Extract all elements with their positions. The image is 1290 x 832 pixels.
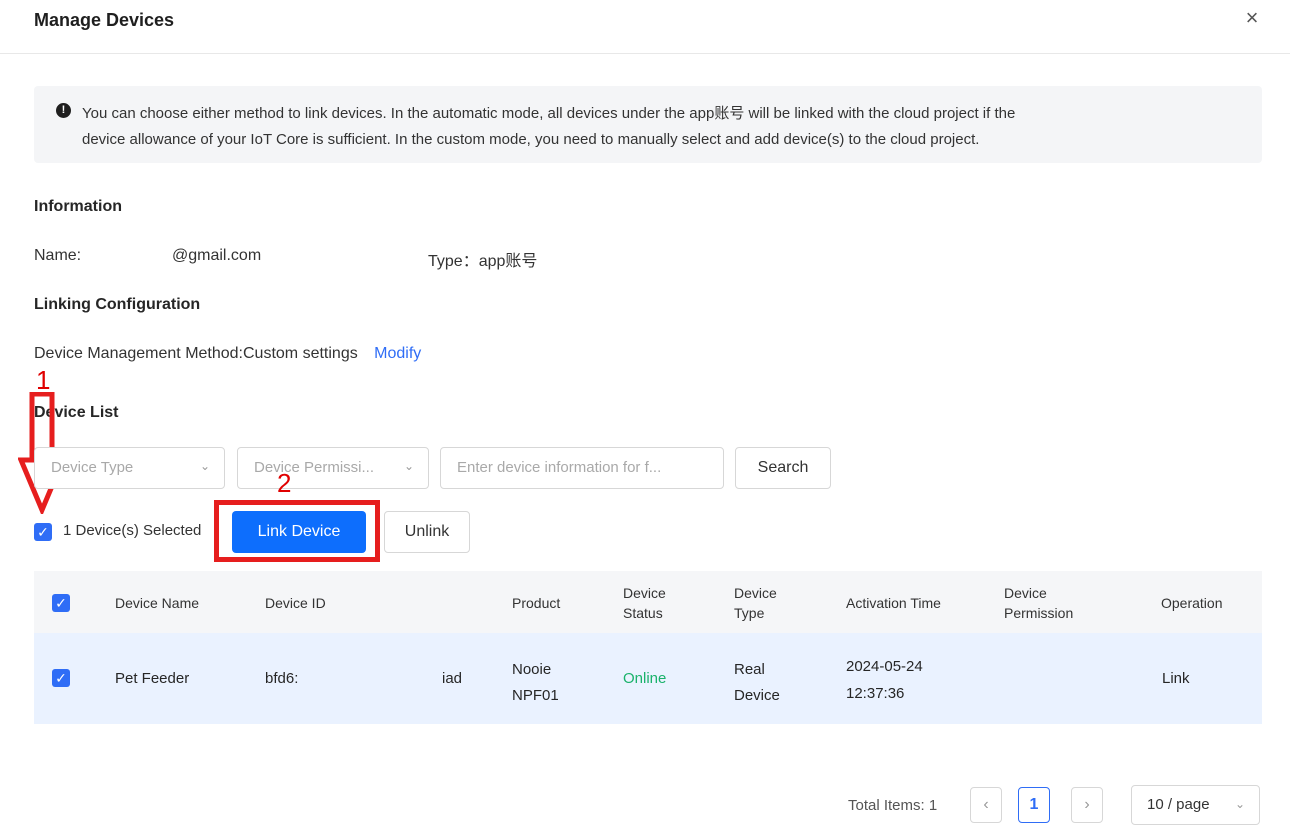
information-heading: Information [34,198,122,215]
device-permission-select[interactable]: Device Permissi... ⌄ [237,447,429,489]
column-device-id: Device ID [265,595,326,611]
link-device-button[interactable]: Link Device [232,511,366,553]
close-icon[interactable]: × [1242,7,1262,29]
modify-link[interactable]: Modify [374,345,421,362]
column-device-status-line-1: Device [623,585,666,601]
device-type-line-2: Device [734,687,780,704]
device-search-input[interactable]: Enter device information for f... [440,447,724,489]
device-table-header: ✓ Device Name Device ID Product Device S… [34,571,1262,633]
step-2-annotation: 2 [277,468,292,498]
page-1-button[interactable]: 1 [1018,787,1050,823]
dialog-title: Manage Devices [34,10,175,30]
device-permission-placeholder: Device Permissi... [254,459,375,476]
device-id-end: iad [442,670,463,687]
activation-time-cell: 2024-05-24 12:37:36 [846,653,923,707]
name-label: Name: [34,247,82,264]
row-checkbox[interactable]: ✓ [52,669,70,687]
total-items: Total Items: 1 [848,797,938,814]
step-1-annotation: 1 [36,365,51,395]
product-cell: Nooie NPF01 [512,657,559,709]
column-device-type-line-2: Type [734,605,765,621]
selected-count: 1 Device(s) Selected [63,522,202,539]
notice-text: You can choose either method to link dev… [82,101,1242,153]
info-icon: ! [56,103,71,118]
device-type-line-1: Real [734,661,765,678]
product-line-1: Nooie [512,661,552,678]
device-name-cell: Pet Feeder [115,670,190,687]
linking-configuration-heading: Linking Configuration [34,296,201,313]
device-list-heading: Device List [34,404,119,421]
activation-date: 2024-05-24 [846,658,923,675]
header-checkbox[interactable]: ✓ [52,594,70,612]
type-value: Type：app账号 [428,253,538,270]
device-type-select[interactable]: Device Type ⌄ [34,447,225,489]
column-device-status: Device Status [623,583,666,623]
column-device-permission: Device Permission [1004,583,1073,623]
device-type-cell: Real Device [734,657,780,709]
chevron-left-icon[interactable]: ‹ [970,787,1002,823]
table-row: ✓ Pet Feeder bfd6: iad Nooie NPF01 Onlin… [34,633,1262,724]
device-status-cell: Online [623,670,667,687]
column-device-type: Device Type [734,583,777,623]
chevron-down-icon: ⌄ [404,459,415,473]
page-size-value: 10 / page [1147,796,1210,813]
dialog-header: Manage Devices × [0,0,1290,54]
device-management-method: Device Management Method:Custom settings… [34,345,421,363]
chevron-down-icon: ⌄ [200,459,211,473]
column-device-status-line-2: Status [623,605,663,621]
notice-line-2: device allowance of your IoT Core is suf… [82,131,980,148]
column-operation: Operation [1161,595,1223,611]
column-device-permission-line-1: Device [1004,585,1047,601]
product-line-2: NPF01 [512,687,559,704]
name-value: @gmail.com [172,247,262,264]
device-id-start: bfd6: [265,670,299,687]
device-management-method-text: Device Management Method:Custom settings [34,345,358,362]
select-all-checkbox[interactable]: ✓ [34,523,52,541]
column-device-permission-line-2: Permission [1004,605,1074,621]
chevron-down-icon: ⌄ [1235,797,1246,811]
column-device-name: Device Name [115,595,200,611]
row-link-action[interactable]: Link [1162,669,1190,689]
manage-devices-dialog: Manage Devices × ! You can choose either… [0,0,1290,832]
chevron-right-icon[interactable]: › [1071,787,1103,823]
device-type-placeholder: Device Type [51,459,134,476]
search-button[interactable]: Search [735,447,831,489]
column-product: Product [512,595,561,611]
unlink-button[interactable]: Unlink [384,511,470,553]
column-device-type-line-1: Device [734,585,777,601]
notice-line-1: You can choose either method to link dev… [82,105,1016,122]
activation-time: 12:37:36 [846,685,905,702]
page-size-select[interactable]: 10 / page ⌄ [1131,785,1260,825]
device-search-placeholder: Enter device information for f... [457,459,662,476]
column-activation-time: Activation Time [846,595,941,611]
